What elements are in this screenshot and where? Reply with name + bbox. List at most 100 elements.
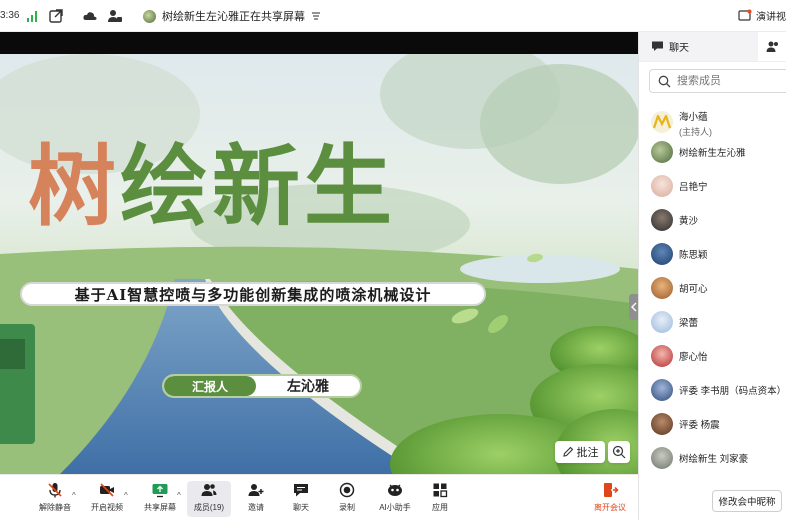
member-name: 黄沙 <box>679 216 699 227</box>
presentation-mode-button[interactable]: 演讲视 <box>738 8 786 23</box>
member-row-host[interactable]: 海小蕴 (主持人) <box>651 107 712 137</box>
member-avatar <box>651 111 673 133</box>
present-label: 演讲视 <box>756 12 786 23</box>
zoom-button[interactable] <box>608 441 630 463</box>
ai-assistant-button[interactable]: AI小助手 <box>376 481 414 517</box>
share-title-text: 树绘新生左沁雅正在共享屏幕 <box>162 11 305 23</box>
ai-assistant-icon <box>388 484 402 496</box>
member-avatar <box>651 277 673 299</box>
members-tab-icon <box>766 41 778 52</box>
member-avatar <box>651 209 673 231</box>
host-logo-icon <box>653 115 671 129</box>
slide-subtitle: 基于AI智慧控喷与多功能创新集成的喷涂机械设计 <box>20 282 486 306</box>
title-chars-green: 绘新生 <box>120 134 397 238</box>
leave-meeting-label: 离开会议 <box>594 503 626 512</box>
member-name: 海小蕴 <box>679 111 708 123</box>
member-avatar <box>651 141 673 163</box>
chat-button[interactable]: 聊天 <box>285 481 317 517</box>
record-label: 录制 <box>339 503 355 512</box>
member-row[interactable]: 吕艳宁 <box>651 174 708 198</box>
member-role: (主持人) <box>679 126 712 137</box>
share-options-chevron-icon[interactable]: ^ <box>177 491 181 500</box>
member-avatar <box>651 243 673 265</box>
member-row[interactable]: 陈思颖 <box>651 242 708 266</box>
mic-muted-icon <box>48 483 62 498</box>
annotate-button[interactable]: 批注 <box>555 441 605 463</box>
tab-chat-label: 聊天 <box>669 43 689 54</box>
leave-door-icon <box>604 483 619 497</box>
member-name: 树绘新生 刘家豪 <box>679 454 749 465</box>
unmute-label: 解除静音 <box>39 503 71 512</box>
member-name: 廖心怡 <box>679 352 708 363</box>
leave-meeting-button[interactable]: 离开会议 <box>590 481 630 517</box>
apps-label: 应用 <box>432 503 448 512</box>
member-avatar <box>651 311 673 333</box>
start-video-label: 开启视频 <box>91 503 123 512</box>
member-row[interactable]: 胡可心 <box>651 276 708 300</box>
record-icon <box>339 482 355 498</box>
member-avatar <box>651 447 673 469</box>
member-name: 陈思颖 <box>679 250 708 261</box>
user-lock-icon[interactable] <box>107 8 123 24</box>
reporter-label: 汇报人 <box>164 376 256 396</box>
member-row[interactable]: 梁蕾 <box>651 310 698 334</box>
title-char-orange: 树 <box>28 134 121 238</box>
member-avatar <box>651 175 673 197</box>
member-row[interactable]: 评委 杨震 <box>651 412 720 436</box>
members-icon <box>201 484 217 496</box>
screen-share-indicator[interactable]: 树绘新生左沁雅正在共享屏幕 <box>143 8 321 24</box>
record-button[interactable]: 录制 <box>331 481 363 517</box>
present-screen-icon <box>738 9 752 21</box>
start-video-button[interactable]: 开启视频 <box>88 481 126 517</box>
presentation-slide: 树绘新生 基于AI智慧控喷与多功能创新集成的喷涂机械设计 汇报人 左沁雅 <box>0 54 638 474</box>
apps-grid-icon <box>433 483 448 498</box>
tab-chat[interactable]: 聊天 <box>639 32 758 61</box>
chat-icon <box>294 484 308 497</box>
video-options-chevron-icon[interactable]: ^ <box>124 491 128 500</box>
chevron-left-icon <box>631 302 637 312</box>
member-row[interactable]: 树绘新生 刘家豪 <box>651 446 748 470</box>
chat-bubble-icon <box>652 41 663 51</box>
member-avatar <box>651 413 673 435</box>
ai-assistant-label: AI小助手 <box>379 503 411 512</box>
video-off-icon <box>100 483 114 497</box>
member-search-input[interactable] <box>677 75 777 87</box>
slide-background-illustration <box>0 54 638 474</box>
tab-members[interactable] <box>758 32 786 61</box>
clock-time: 3:36 <box>0 10 20 21</box>
external-window-icon[interactable] <box>48 8 64 24</box>
shared-screen-stage: 树绘新生 基于AI智慧控喷与多功能创新集成的喷涂机械设计 汇报人 左沁雅 <box>0 32 639 474</box>
member-name: 胡可心 <box>679 284 708 295</box>
audio-options-chevron-icon[interactable]: ^ <box>72 491 76 500</box>
panel-tabs: 聊天 <box>639 32 786 62</box>
member-avatar <box>651 345 673 367</box>
members-side-panel: 聊天 海小蕴 (主持人) 树绘新生左沁雅 <box>638 32 786 520</box>
member-avatar <box>651 379 673 401</box>
reporter-badge: 汇报人 左沁雅 <box>162 374 362 398</box>
member-row[interactable]: 廖心怡 <box>651 344 708 368</box>
unmute-button[interactable]: 解除静音 <box>36 481 74 517</box>
member-search-box[interactable] <box>649 69 786 93</box>
presenter-avatar <box>143 9 156 23</box>
member-row[interactable]: 树绘新生左沁雅 <box>651 140 746 164</box>
members-label: 成员(19) <box>193 503 225 512</box>
meeting-toolbar: 解除静音 ^ 开启视频 ^ 共享屏幕 ^ 成员(19) 邀请 聊天 录制 AI小… <box>0 474 638 520</box>
member-row[interactable]: 评委 李书朋（码点资本） <box>651 378 786 402</box>
zoom-in-icon <box>612 445 626 459</box>
share-screen-button[interactable]: 共享屏幕 <box>141 481 179 517</box>
apps-button[interactable]: 应用 <box>425 481 455 517</box>
member-row[interactable]: 黄沙 <box>651 208 698 232</box>
pencil-icon <box>562 446 573 457</box>
menu-lines-icon <box>312 12 320 20</box>
annotate-label: 批注 <box>576 447 599 459</box>
invite-button[interactable]: 邀请 <box>240 481 272 517</box>
member-name: 评委 李书朋（码点资本） <box>679 386 786 397</box>
share-screen-icon <box>152 484 168 498</box>
share-screen-label: 共享屏幕 <box>144 503 176 512</box>
rename-in-meeting-button[interactable]: 修改会中昵称 <box>712 490 782 512</box>
cloud-icon[interactable] <box>82 8 98 24</box>
top-status-bar: 3:36 树绘新生左沁雅正在共享屏幕 演讲视 <box>0 0 786 32</box>
members-button[interactable]: 成员(19) <box>187 481 231 517</box>
network-signal-icon[interactable] <box>26 10 38 22</box>
member-name: 评委 杨震 <box>679 420 720 431</box>
